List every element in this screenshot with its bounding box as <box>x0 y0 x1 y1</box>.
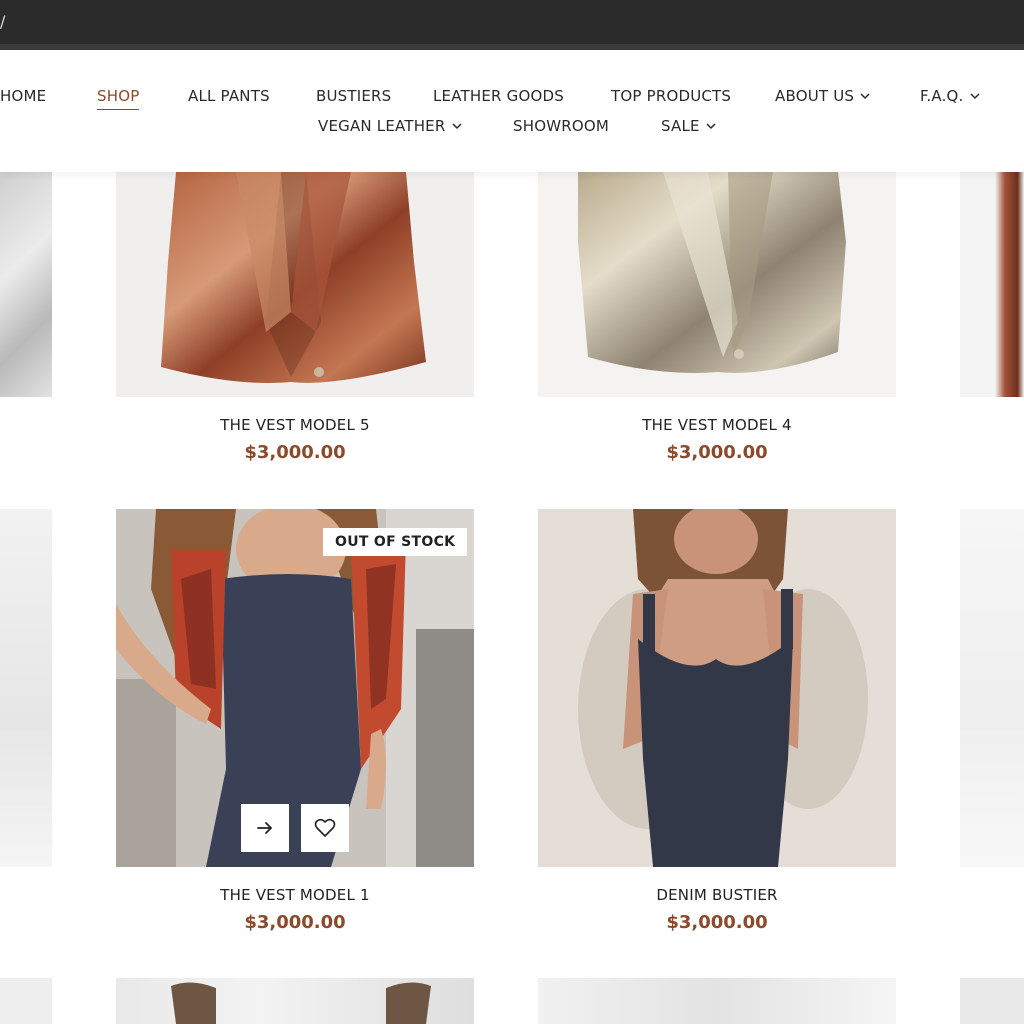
product-image[interactable] <box>116 978 474 1024</box>
product-price: $3,000.00 <box>244 912 346 933</box>
product-title[interactable]: THE VEST MODEL 4 <box>538 416 896 434</box>
chevron-down-icon <box>706 123 716 130</box>
partial-product-image[interactable] <box>960 978 1024 1024</box>
product-image[interactable]: OUT OF STOCK <box>116 509 474 867</box>
nav-about-us-label: ABOUT US <box>775 87 855 105</box>
partial-product-image[interactable] <box>960 509 1024 867</box>
product-image[interactable] <box>538 978 896 1024</box>
nav-top-products[interactable]: TOP PRODUCTS <box>611 87 731 105</box>
nav-about-us[interactable]: ABOUT US <box>775 87 870 105</box>
nav-sale[interactable]: SALE <box>661 117 716 135</box>
site-header: HOME SHOP ALL PANTS BUSTIERS LEATHER GOO… <box>0 50 1024 172</box>
nav-bustiers[interactable]: BUSTIERS <box>316 87 391 105</box>
nav-shop[interactable]: SHOP <box>97 87 140 110</box>
vest-illustration <box>578 172 846 373</box>
browser-toolbar: / <box>0 0 1024 50</box>
address-bar-text[interactable]: / <box>0 12 5 31</box>
partial-product-image[interactable] <box>960 172 1024 397</box>
nav-leather-goods[interactable]: LEATHER GOODS <box>433 87 564 105</box>
nav-faq-label: F.A.Q. <box>920 87 964 105</box>
product-title[interactable]: THE VEST MODEL 5 <box>116 416 474 434</box>
nav-vegan-leather[interactable]: VEGAN LEATHER <box>318 117 462 135</box>
partial-product-image[interactable] <box>0 172 52 397</box>
chevron-down-icon <box>451 123 462 130</box>
chevron-down-icon <box>970 93 980 100</box>
product-title[interactable]: THE VEST MODEL 1 <box>116 886 474 904</box>
nav-all-pants[interactable]: ALL PANTS <box>188 87 270 105</box>
add-to-wishlist-button[interactable] <box>301 804 349 852</box>
partial-product-image[interactable] <box>0 509 52 867</box>
nav-vegan-leather-label: VEGAN LEATHER <box>318 117 446 135</box>
model-photo-illustration <box>116 509 474 867</box>
out-of-stock-badge: OUT OF STOCK <box>323 528 468 556</box>
partial-product-image[interactable] <box>0 978 52 1024</box>
product-price: $3,000.00 <box>666 442 768 463</box>
product-illustration <box>171 982 431 1024</box>
heart-icon <box>314 818 336 837</box>
product-price: $3,000.00 <box>666 912 768 933</box>
product-title[interactable]: DENIM BUSTIER <box>538 886 896 904</box>
product-image[interactable] <box>538 172 896 397</box>
chevron-down-icon <box>860 93 870 100</box>
nav-home[interactable]: HOME <box>0 87 46 105</box>
view-product-button[interactable] <box>241 804 289 852</box>
vest-illustration <box>161 172 426 383</box>
product-image[interactable] <box>116 172 474 397</box>
model-photo-illustration <box>538 509 896 867</box>
nav-faq[interactable]: F.A.Q. <box>920 87 980 105</box>
nav-sale-label: SALE <box>661 117 700 135</box>
product-grid: THE VEST MODEL 5 $3,000.00 THE VEST MODE… <box>0 172 1024 1024</box>
product-price: $3,000.00 <box>244 442 346 463</box>
nav-showroom[interactable]: SHOWROOM <box>513 117 609 135</box>
product-image[interactable] <box>538 509 896 867</box>
arrow-right-icon <box>257 822 273 834</box>
